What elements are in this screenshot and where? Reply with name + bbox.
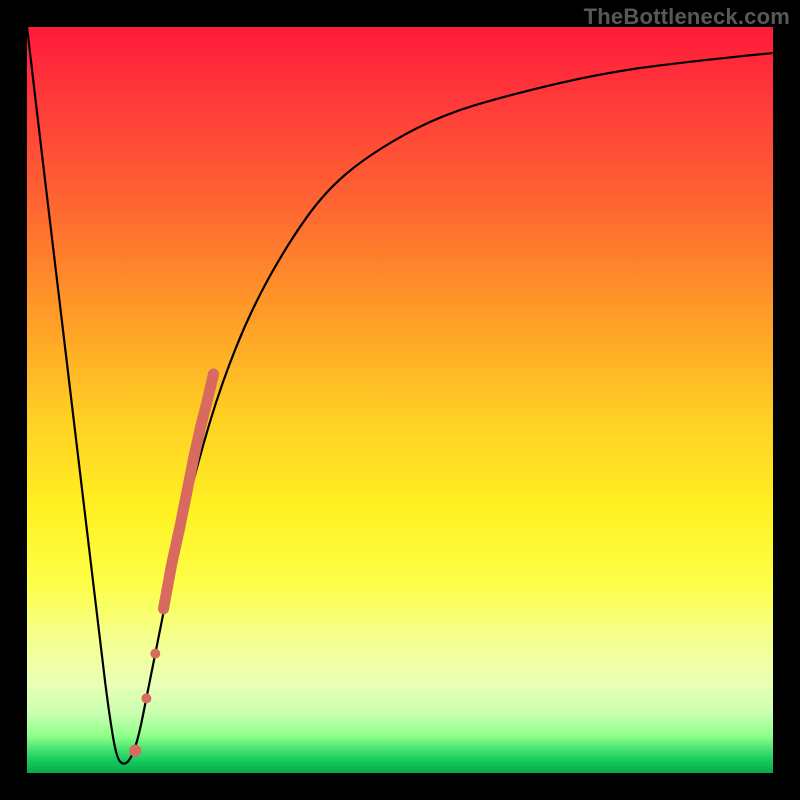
chart-svg: [27, 27, 773, 773]
marker-group: [129, 374, 213, 757]
marker-dot: [141, 693, 151, 703]
watermark-text: TheBottleneck.com: [584, 4, 790, 30]
bottleneck-curve: [27, 27, 773, 764]
marker-dot: [129, 745, 141, 757]
marker-dot: [150, 649, 160, 659]
chart-frame: TheBottleneck.com: [0, 0, 800, 800]
chart-plot-area: [27, 27, 773, 773]
marker-thick-segment: [164, 374, 214, 609]
